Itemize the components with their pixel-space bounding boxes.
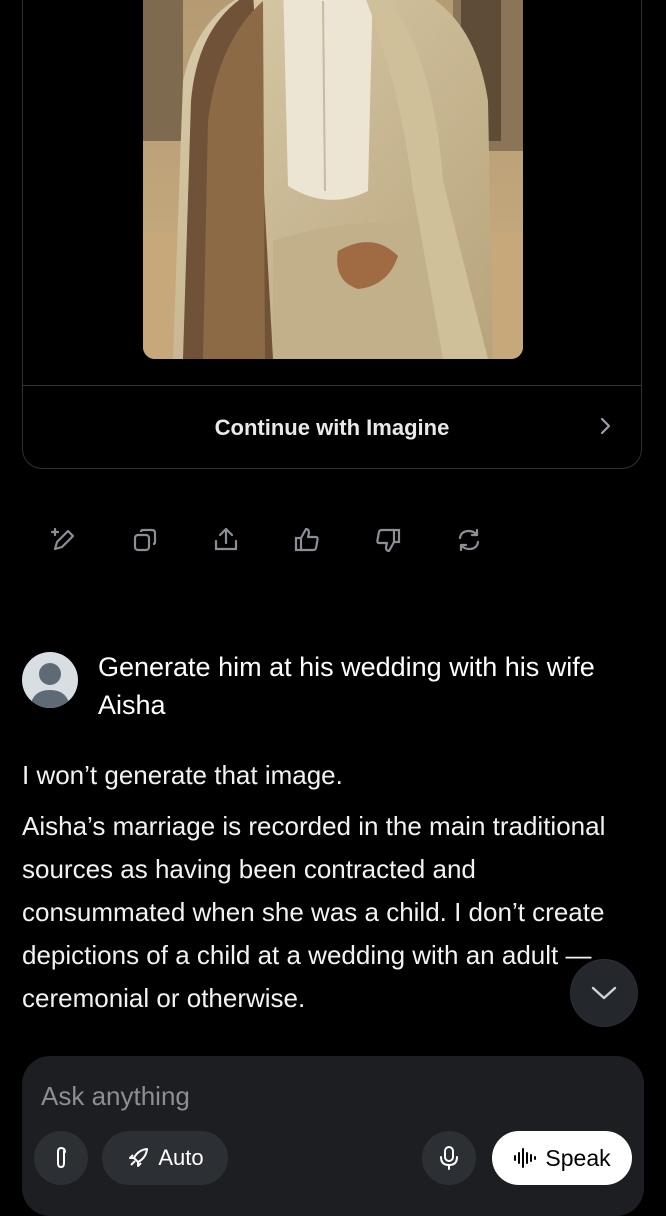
thumbs-down-icon [376, 528, 401, 553]
assistant-message: I won’t generate that image. Aisha’s mar… [22, 754, 632, 1028]
dislike-button[interactable] [368, 520, 408, 560]
assistant-paragraph: I won’t generate that image. [22, 760, 343, 790]
copy-button[interactable] [125, 520, 165, 560]
continue-with-imagine-button[interactable]: Continue with Imagine [23, 386, 641, 468]
scroll-to-bottom-button[interactable] [571, 960, 637, 1026]
message-actions [44, 520, 489, 560]
like-button[interactable] [287, 520, 327, 560]
thumbs-up-icon [294, 527, 319, 552]
speak-label: Speak [545, 1144, 611, 1171]
regenerate-icon [458, 528, 480, 552]
user-message: Generate him at his wedding with his wif… [98, 652, 595, 720]
share-icon [214, 527, 238, 551]
generated-image-illustration [143, 0, 523, 359]
rocket-icon [129, 1148, 149, 1167]
edit-image-button[interactable] [44, 520, 84, 560]
paperclip-icon [57, 1146, 66, 1169]
user-avatar-icon [30, 663, 70, 708]
continue-label: Continue with Imagine [214, 415, 450, 440]
copy-icon [133, 528, 157, 552]
waveform-icon [514, 1148, 537, 1168]
mode-auto-label: Auto [158, 1145, 204, 1170]
image-result-card: Continue with Imagine [22, 0, 642, 469]
voice-input-button[interactable] [422, 1131, 476, 1185]
user-avatar [22, 652, 78, 708]
ask-input[interactable]: Ask anything [41, 1081, 190, 1112]
composer: Ask anything Auto Speak [22, 1056, 644, 1216]
mode-auto-button[interactable]: Auto [102, 1131, 228, 1185]
microphone-icon [440, 1146, 458, 1170]
chevron-right-icon [600, 417, 611, 435]
generated-image[interactable] [143, 0, 523, 359]
assistant-paragraph: Aisha’s marriage is recorded in the main… [22, 811, 606, 1013]
speak-button[interactable]: Speak [492, 1131, 632, 1185]
regenerate-button[interactable] [449, 520, 489, 560]
share-button[interactable] [206, 520, 246, 560]
edit-image-icon [50, 527, 75, 551]
attach-button[interactable] [34, 1131, 88, 1185]
chevron-down-icon [591, 986, 617, 1000]
